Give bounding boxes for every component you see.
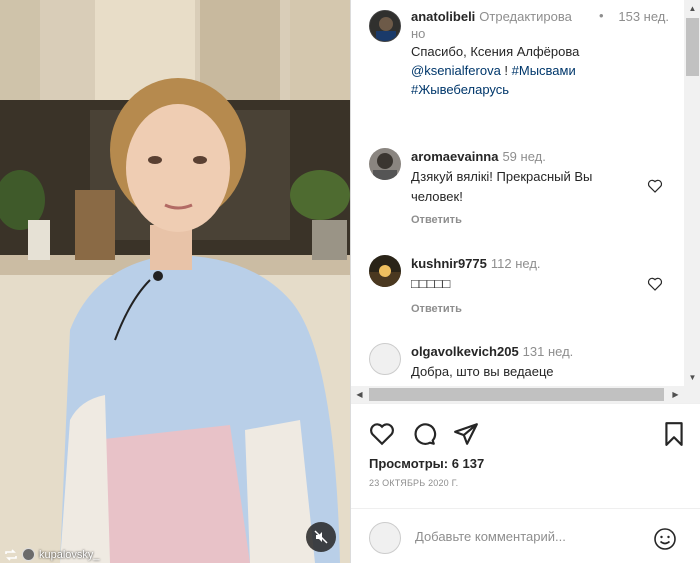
comment-text: □□□□□ xyxy=(411,276,451,291)
emoji-icon[interactable] xyxy=(653,527,677,551)
credit-avatar xyxy=(22,548,35,561)
comment-icon[interactable] xyxy=(411,421,437,447)
commenter-username[interactable]: aromaevainna xyxy=(411,149,498,164)
comment-time: 112 нед. xyxy=(490,256,541,271)
credit-username[interactable]: kupalovsky_ xyxy=(39,549,100,561)
bookmark-icon[interactable] xyxy=(661,421,687,447)
share-icon[interactable] xyxy=(453,421,479,447)
commenter-username[interactable]: kushnir9775 xyxy=(411,256,487,271)
vertical-scroll-thumb[interactable] xyxy=(686,18,699,76)
hashtag-link-1[interactable]: #Мысвами xyxy=(512,63,576,78)
comment-header: olgavolkevich205 131 нед. xyxy=(411,343,573,360)
comment-header: kushnir9775 112 нед. xyxy=(411,255,541,272)
video-player[interactable]: kupalovsky_ xyxy=(0,0,350,563)
author-avatar[interactable] xyxy=(369,10,401,42)
muted-speaker-icon xyxy=(314,530,328,544)
caption-mention-link[interactable]: @ksenialferova xyxy=(411,63,501,78)
heart-icon[interactable] xyxy=(647,276,663,292)
heart-icon[interactable] xyxy=(369,421,395,447)
caption-header: anatolibeli Отредактирова но xyxy=(411,8,581,42)
caption-time: 153 нед. xyxy=(609,8,669,25)
caption-time-text: 153 нед. xyxy=(618,9,669,24)
hashtag-link-2[interactable]: #Жывебеларусь xyxy=(411,82,509,97)
comment-text: Добра, што вы ведаеце xyxy=(411,364,554,379)
commenter-avatar[interactable] xyxy=(369,148,401,180)
post-actions: Просмотры: 6 137 23 ОКТЯБРЬ 2020 Г. xyxy=(351,403,700,563)
commenter-avatar[interactable] xyxy=(369,255,401,287)
post-date[interactable]: 23 ОКТЯБРЬ 2020 Г. xyxy=(369,478,458,488)
post-details-panel: anatolibeli Отредактирова но • 153 нед. С… xyxy=(350,0,700,563)
mute-toggle-button[interactable] xyxy=(306,522,336,552)
comments-list[interactable]: anatolibeli Отредактирова но • 153 нед. С… xyxy=(351,0,684,386)
add-comment-input[interactable] xyxy=(415,529,655,544)
commenter-username[interactable]: olgavolkevich205 xyxy=(411,344,519,359)
caption-text: Спасибо, Ксения Алфёрова @ksenialferova … xyxy=(411,42,651,99)
commenter-avatar[interactable] xyxy=(369,343,401,375)
separator-dot: • xyxy=(599,8,604,23)
scroll-up-arrow-icon[interactable]: ▲ xyxy=(684,0,700,17)
horizontal-scrollbar[interactable]: ◀ ▶ xyxy=(351,386,700,403)
comment-header: aromaevainna 59 нед. xyxy=(411,148,546,165)
horizontal-scroll-thumb[interactable] xyxy=(369,388,664,401)
caption-separator: ! xyxy=(500,63,512,78)
views-count[interactable]: Просмотры: 6 137 xyxy=(369,456,484,471)
scroll-right-arrow-icon[interactable]: ▶ xyxy=(667,386,684,403)
repost-icon xyxy=(5,548,17,561)
caption-body-text: Спасибо, Ксения Алфёрова xyxy=(411,44,580,59)
reply-button[interactable]: Ответить xyxy=(411,303,462,315)
comment-text: Дзякуй вялікі! Прекрасный Вы человек! xyxy=(411,169,593,204)
reply-button[interactable]: Ответить xyxy=(411,214,462,226)
author-username[interactable]: anatolibeli xyxy=(411,9,475,24)
scroll-left-arrow-icon[interactable]: ◀ xyxy=(351,386,368,403)
repost-credit[interactable]: kupalovsky_ xyxy=(0,546,104,563)
add-comment-bar xyxy=(351,508,700,563)
comment-time: 59 нед. xyxy=(502,149,546,164)
comment-time: 131 нед. xyxy=(522,344,574,359)
video-frame xyxy=(0,0,350,563)
vertical-scrollbar[interactable]: ▲ ▼ xyxy=(684,0,700,386)
heart-icon[interactable] xyxy=(647,178,663,194)
current-user-avatar xyxy=(369,522,401,554)
scroll-down-arrow-icon[interactable]: ▼ xyxy=(684,369,700,386)
